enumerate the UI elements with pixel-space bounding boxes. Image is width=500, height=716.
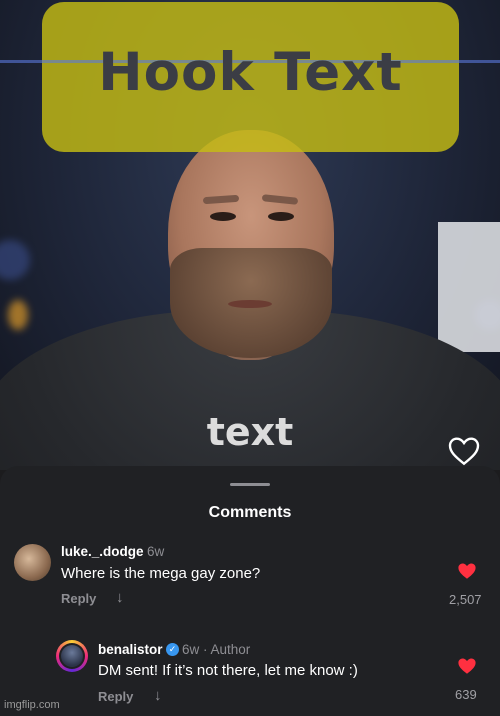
watermark: imgflip.com: [4, 699, 60, 711]
background-panel: [438, 222, 500, 352]
comment-age: 6w: [147, 544, 165, 559]
like-count: 639: [455, 687, 477, 702]
avatar[interactable]: [14, 544, 51, 581]
comment-text: DM sent! If it’s not there, let me know …: [98, 662, 358, 679]
comment-username[interactable]: luke._.dodge: [61, 544, 144, 559]
sheet-grabber[interactable]: [230, 483, 270, 486]
video-player[interactable]: Hook Text text: [0, 0, 500, 470]
hook-text: Hook Text: [98, 42, 403, 103]
arrow-down-icon[interactable]: ↓: [154, 687, 162, 704]
reply-button[interactable]: Reply: [98, 689, 133, 704]
person-eye: [210, 212, 236, 221]
verified-badge-icon: ✓: [166, 643, 179, 656]
like-heart-outline-icon[interactable]: [448, 436, 480, 466]
sheet-title: Comments: [208, 504, 292, 521]
avatar[interactable]: [56, 640, 88, 672]
like-count: 2,507: [449, 592, 482, 607]
person-mouth: [228, 300, 272, 308]
background-light: [0, 240, 30, 280]
person-eye: [268, 212, 294, 221]
like-heart-filled-icon[interactable]: [457, 657, 477, 675]
comments-sheet: Comments luke._.dodge 6w Where is the me…: [0, 466, 500, 716]
comment-username[interactable]: benalistor: [98, 642, 163, 657]
arrow-down-icon[interactable]: ↓: [116, 589, 124, 606]
background-lamp: [8, 300, 28, 330]
caption-text: text: [206, 410, 294, 454]
like-heart-filled-icon[interactable]: [457, 562, 477, 580]
reply-button[interactable]: Reply: [61, 591, 96, 606]
comment-text: Where is the mega gay zone?: [61, 565, 261, 582]
comment-age: 6w · Author: [182, 642, 251, 657]
